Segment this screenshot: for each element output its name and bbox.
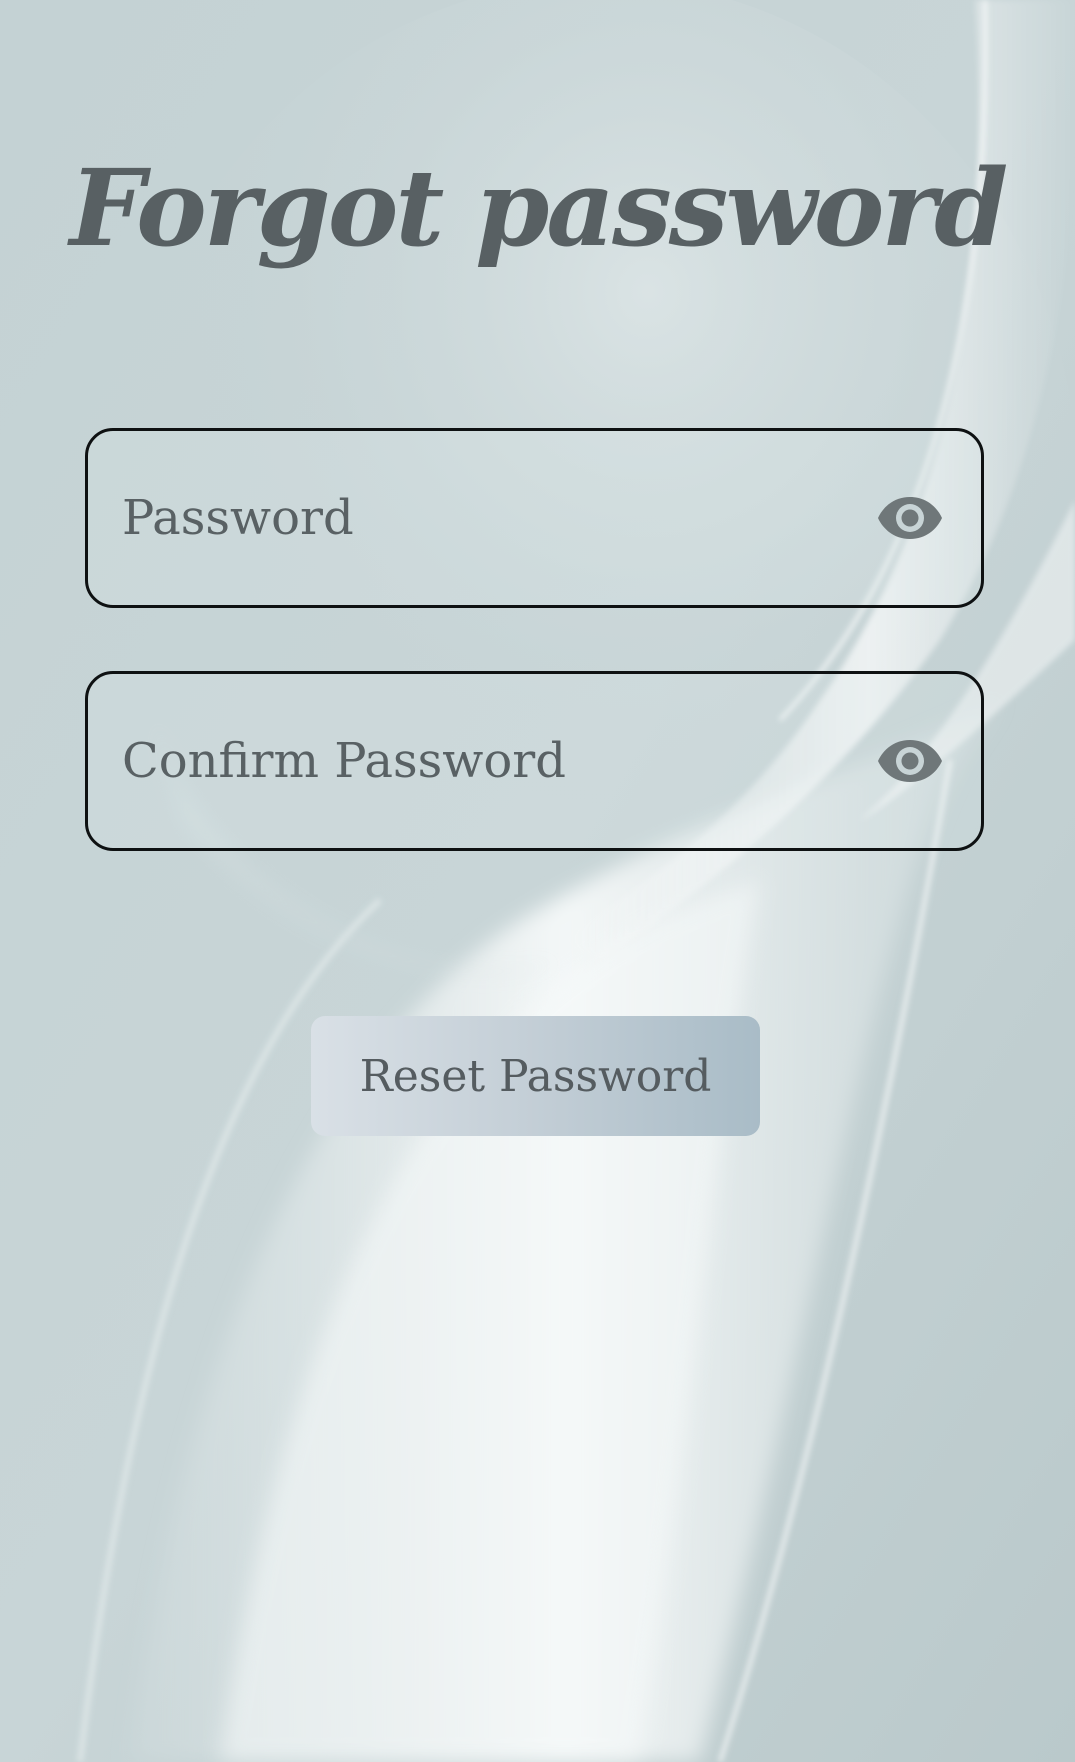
forgot-password-screen: Forgot password Reset Password <box>0 0 1075 1762</box>
page-title: Forgot password <box>69 145 1009 270</box>
confirm-password-field[interactable] <box>85 671 984 851</box>
password-field[interactable] <box>85 428 984 608</box>
password-input[interactable] <box>88 431 875 605</box>
eye-icon[interactable] <box>875 493 945 543</box>
reset-password-button[interactable]: Reset Password <box>311 1016 760 1136</box>
eye-icon[interactable] <box>875 736 945 786</box>
confirm-password-input[interactable] <box>88 674 875 848</box>
